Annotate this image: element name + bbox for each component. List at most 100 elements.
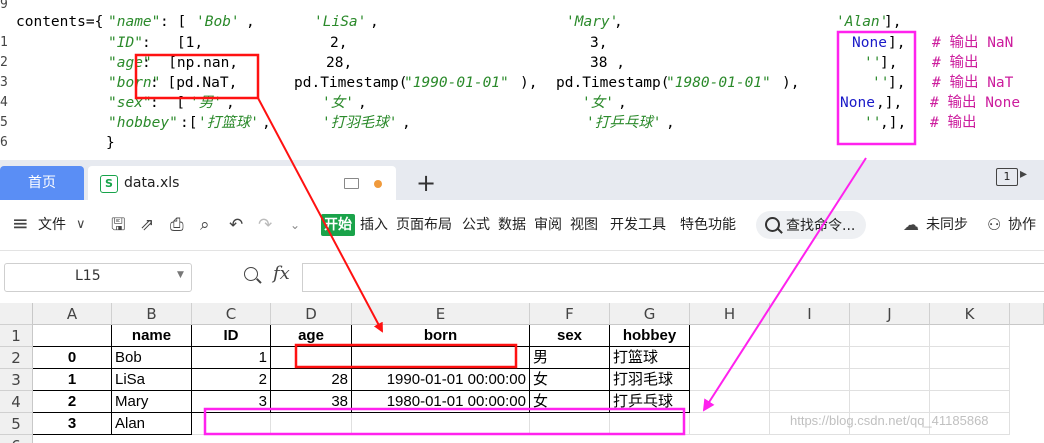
cell[interactable]: 2: [192, 369, 271, 391]
cell[interactable]: Alan: [112, 413, 192, 435]
cell[interactable]: 女: [530, 391, 610, 413]
save-icon[interactable]: 🖫: [111, 214, 125, 236]
cell[interactable]: Mary: [112, 391, 192, 413]
cell[interactable]: 1: [33, 369, 112, 391]
unsaved-dot-icon[interactable]: [374, 180, 382, 188]
cell[interactable]: [850, 391, 930, 413]
cell[interactable]: 2: [33, 391, 112, 413]
collab-button[interactable]: 协作: [1008, 215, 1036, 235]
cell[interactable]: [930, 325, 1010, 347]
cell[interactable]: [352, 347, 530, 369]
column-header[interactable]: E: [352, 303, 530, 325]
tab-view[interactable]: 视图: [570, 215, 598, 235]
cell[interactable]: [690, 347, 770, 369]
window-count-icon[interactable]: 1: [996, 168, 1018, 186]
cell[interactable]: 打乒乓球: [610, 391, 690, 413]
row-header[interactable]: 4: [0, 391, 33, 413]
print-icon[interactable]: ⎙: [170, 214, 184, 236]
cell[interactable]: [271, 413, 352, 435]
cell[interactable]: [770, 347, 850, 369]
function-icon[interactable]: fx: [273, 263, 290, 284]
cell[interactable]: born: [352, 325, 530, 347]
cell[interactable]: Bob: [112, 347, 192, 369]
column-header[interactable]: F: [530, 303, 610, 325]
tab-features[interactable]: 特色功能: [680, 215, 736, 235]
cell[interactable]: [192, 413, 271, 435]
tab-review[interactable]: 审阅: [534, 215, 562, 235]
cell[interactable]: [690, 391, 770, 413]
tab-formula[interactable]: 公式: [462, 215, 490, 235]
zoom-icon[interactable]: [244, 267, 258, 281]
print-preview-icon[interactable]: ⌕: [200, 214, 210, 236]
cell[interactable]: [770, 369, 850, 391]
cloud-sync-icon[interactable]: ☁: [903, 214, 919, 236]
column-header[interactable]: J: [850, 303, 930, 325]
chevron-down-icon[interactable]: ⌄: [290, 214, 300, 236]
cell[interactable]: 打羽毛球: [610, 369, 690, 391]
column-header[interactable]: H: [690, 303, 770, 325]
cell[interactable]: [850, 369, 930, 391]
cell[interactable]: 男: [530, 347, 610, 369]
column-header[interactable]: G: [610, 303, 690, 325]
cell[interactable]: ID: [192, 325, 271, 347]
redo-icon[interactable]: ↷: [258, 214, 272, 236]
row-header[interactable]: 5: [0, 413, 33, 435]
cell[interactable]: 打篮球: [610, 347, 690, 369]
formula-input[interactable]: [302, 263, 1044, 292]
cell[interactable]: 28: [271, 369, 352, 391]
cell[interactable]: [930, 347, 1010, 369]
cell[interactable]: [530, 413, 610, 435]
row-header[interactable]: 2: [0, 347, 33, 369]
row-header[interactable]: 6: [0, 435, 33, 443]
cell[interactable]: [271, 347, 352, 369]
cell[interactable]: sex: [530, 325, 610, 347]
cell[interactable]: [850, 347, 930, 369]
chevron-down-icon[interactable]: ▼: [177, 270, 184, 280]
name-box[interactable]: L15 ▼: [4, 263, 192, 292]
column-header[interactable]: D: [271, 303, 352, 325]
cell[interactable]: [930, 369, 1010, 391]
cell[interactable]: [770, 325, 850, 347]
column-header[interactable]: [1010, 303, 1044, 325]
cell[interactable]: [690, 413, 770, 435]
collab-user-icon[interactable]: ⚇: [987, 214, 1001, 236]
export-icon[interactable]: ⇗: [140, 214, 154, 236]
tab-insert[interactable]: 插入: [360, 215, 388, 235]
cell[interactable]: 3: [33, 413, 112, 435]
select-all-corner[interactable]: [0, 303, 33, 325]
cell[interactable]: [33, 325, 112, 347]
cell[interactable]: [930, 391, 1010, 413]
undo-icon[interactable]: ↶: [229, 214, 243, 236]
tab-dev-tools[interactable]: 开发工具: [610, 215, 666, 235]
chevron-right-icon[interactable]: ▸: [1020, 166, 1027, 182]
tab-home[interactable]: 首页: [0, 166, 84, 200]
chevron-down-icon[interactable]: ∨: [76, 214, 86, 236]
cell[interactable]: 3: [192, 391, 271, 413]
row-header[interactable]: 3: [0, 369, 33, 391]
cell[interactable]: hobbey: [610, 325, 690, 347]
cell[interactable]: [352, 413, 530, 435]
monitor-icon[interactable]: [344, 178, 359, 189]
cell[interactable]: 1: [192, 347, 271, 369]
cell[interactable]: 0: [33, 347, 112, 369]
cell[interactable]: [610, 413, 690, 435]
menu-icon[interactable]: ≡: [12, 212, 29, 234]
cell[interactable]: [770, 391, 850, 413]
row-header[interactable]: 1: [0, 325, 33, 347]
cell[interactable]: [690, 325, 770, 347]
column-header[interactable]: A: [33, 303, 112, 325]
tab-data[interactable]: 数据: [498, 215, 526, 235]
new-tab-button[interactable]: +: [416, 166, 436, 200]
cell[interactable]: [850, 325, 930, 347]
cell[interactable]: LiSa: [112, 369, 192, 391]
cell[interactable]: age: [271, 325, 352, 347]
cell[interactable]: 1990-01-01 00:00:00: [352, 369, 530, 391]
column-header[interactable]: C: [192, 303, 271, 325]
command-search[interactable]: 查找命令...: [756, 211, 866, 239]
cell[interactable]: 38: [271, 391, 352, 413]
cell[interactable]: [690, 369, 770, 391]
cell[interactable]: 女: [530, 369, 610, 391]
menu-file[interactable]: 文件: [38, 215, 66, 235]
cell[interactable]: 1980-01-01 00:00:00: [352, 391, 530, 413]
tab-start[interactable]: 开始: [321, 214, 355, 236]
